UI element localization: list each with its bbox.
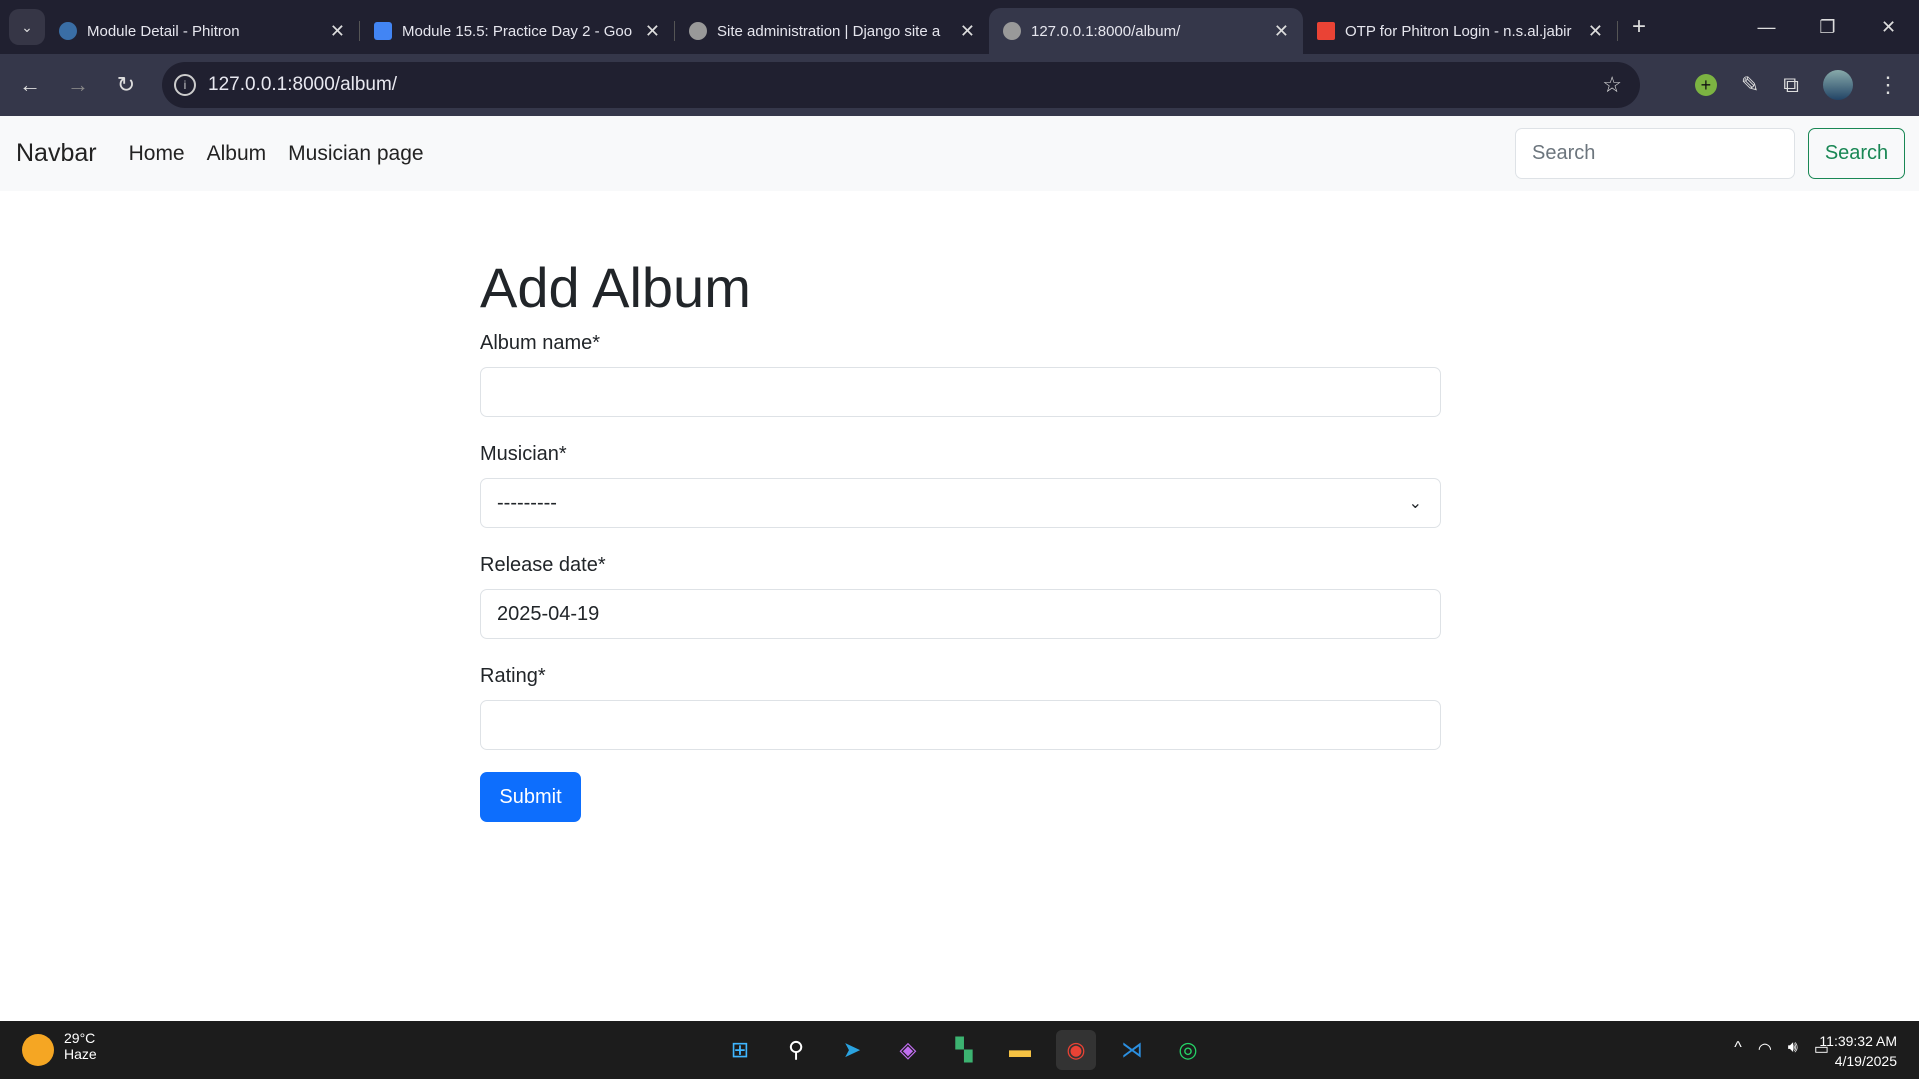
musician-select[interactable]: --------- ⌄ xyxy=(480,478,1441,528)
copilot-icon[interactable]: ◈ xyxy=(888,1030,928,1070)
extensions-icon[interactable]: ⧉ xyxy=(1783,72,1799,98)
file-explorer-icon[interactable]: ▬ xyxy=(1000,1030,1040,1070)
globe-icon xyxy=(1003,22,1021,40)
url-text[interactable]: 127.0.0.1:8000/album/ xyxy=(208,74,397,96)
chevron-up-icon[interactable]: ^ xyxy=(1734,1039,1742,1059)
gmail-icon xyxy=(1317,22,1335,40)
url-bar[interactable]: i 127.0.0.1:8000/album/ ☆ xyxy=(162,62,1640,108)
back-icon[interactable]: ← xyxy=(6,72,54,98)
rating-label: Rating* xyxy=(480,665,546,687)
tab-bar: ⌄ Module Detail - Phitron ✕ Module 15.5: … xyxy=(0,0,1919,54)
tab-gmail[interactable]: OTP for Phitron Login - n.s.al.jabir ✕ xyxy=(1303,8,1617,54)
weather-haze-icon xyxy=(22,1034,54,1066)
release-date-input[interactable]: 2025-04-19 xyxy=(480,589,1441,639)
tab-google-doc[interactable]: Module 15.5: Practice Day 2 - Goo ✕ xyxy=(360,8,674,54)
release-date-label: Release date* xyxy=(480,554,606,576)
chrome-icon[interactable]: ◉ xyxy=(1056,1030,1096,1070)
site-info-icon[interactable]: i xyxy=(174,74,196,96)
new-tab-button[interactable]: + xyxy=(1632,13,1646,41)
album-name-label: Album name* xyxy=(480,332,601,354)
close-tab-icon[interactable]: ✕ xyxy=(960,21,975,42)
reload-icon[interactable]: ↻ xyxy=(102,72,150,98)
page-title: Add Album xyxy=(480,256,751,319)
site-navbar: Navbar Home Album Musician page Search S… xyxy=(0,116,1919,191)
docs-icon xyxy=(374,22,392,40)
chevron-down-icon: ⌄ xyxy=(1408,495,1422,512)
close-tab-icon[interactable]: ✕ xyxy=(1274,21,1289,42)
pen-icon[interactable]: ✎ xyxy=(1741,72,1759,98)
close-tab-icon[interactable]: ✕ xyxy=(1588,21,1603,42)
menu-icon[interactable]: ⋮ xyxy=(1877,72,1899,98)
phitron-icon xyxy=(59,22,77,40)
nav-musician-page[interactable]: Musician page xyxy=(288,142,423,166)
weather-widget[interactable]: 29°C Haze xyxy=(22,1030,97,1066)
add-album-form: Add Album Album name* Musician* --------… xyxy=(480,255,1441,822)
clock[interactable]: 11:39:32 AM 4/19/2025 xyxy=(1819,1031,1897,1071)
nav-home[interactable]: Home xyxy=(129,142,185,166)
search-button[interactable]: Search xyxy=(1808,128,1905,179)
whatsapp-icon[interactable]: ◎ xyxy=(1168,1030,1208,1070)
navbar-brand[interactable]: Navbar xyxy=(16,139,97,168)
bookmark-star-icon[interactable]: ☆ xyxy=(1602,72,1622,98)
start-icon[interactable]: ⊞ xyxy=(720,1030,760,1070)
submit-button[interactable]: Submit xyxy=(480,772,581,822)
taskbar: 29°C Haze ⊞ ⚲ ➤ ◈ ▚ ▬ ◉ ⋊ ◎ ^ ◠ 🔊︎ ▭ 11:39:3… xyxy=(0,1021,1919,1079)
globe-icon xyxy=(689,22,707,40)
vscode-icon[interactable]: ⋊ xyxy=(1112,1030,1152,1070)
close-window-button[interactable]: ✕ xyxy=(1858,17,1919,38)
profile-avatar[interactable] xyxy=(1823,70,1853,100)
widgets-icon[interactable]: ▚ xyxy=(944,1030,984,1070)
album-name-input[interactable] xyxy=(480,367,1441,417)
tab-search-button[interactable]: ⌄ xyxy=(9,9,45,45)
forward-icon[interactable]: → xyxy=(54,72,102,98)
musician-label: Musician* xyxy=(480,443,567,465)
wifi-icon[interactable]: ◠ xyxy=(1758,1039,1772,1059)
tab-album[interactable]: 127.0.0.1:8000/album/✕ xyxy=(989,8,1303,54)
restore-button[interactable]: ❐ xyxy=(1797,17,1858,38)
telegram-icon[interactable]: ➤ xyxy=(832,1030,872,1070)
close-tab-icon[interactable]: ✕ xyxy=(645,21,660,42)
tab-django-admin[interactable]: Site administration | Django site a ✕ xyxy=(675,8,989,54)
nav-album[interactable]: Album xyxy=(207,142,267,166)
search-icon[interactable]: ⚲ xyxy=(776,1030,816,1070)
tab-module-detail[interactable]: Module Detail - Phitron ✕ xyxy=(45,8,359,54)
minimize-button[interactable]: — xyxy=(1736,17,1797,38)
search-input[interactable]: Search xyxy=(1515,128,1795,179)
close-tab-icon[interactable]: ✕ xyxy=(330,21,345,42)
volume-icon[interactable]: 🔊︎ xyxy=(1788,1039,1798,1059)
extension-plus-icon[interactable]: + xyxy=(1694,74,1717,96)
rating-input[interactable] xyxy=(480,700,1441,750)
address-bar-row: ← → ↻ i 127.0.0.1:8000/album/ ☆ + ✎ ⧉ ⋮ xyxy=(0,54,1919,116)
